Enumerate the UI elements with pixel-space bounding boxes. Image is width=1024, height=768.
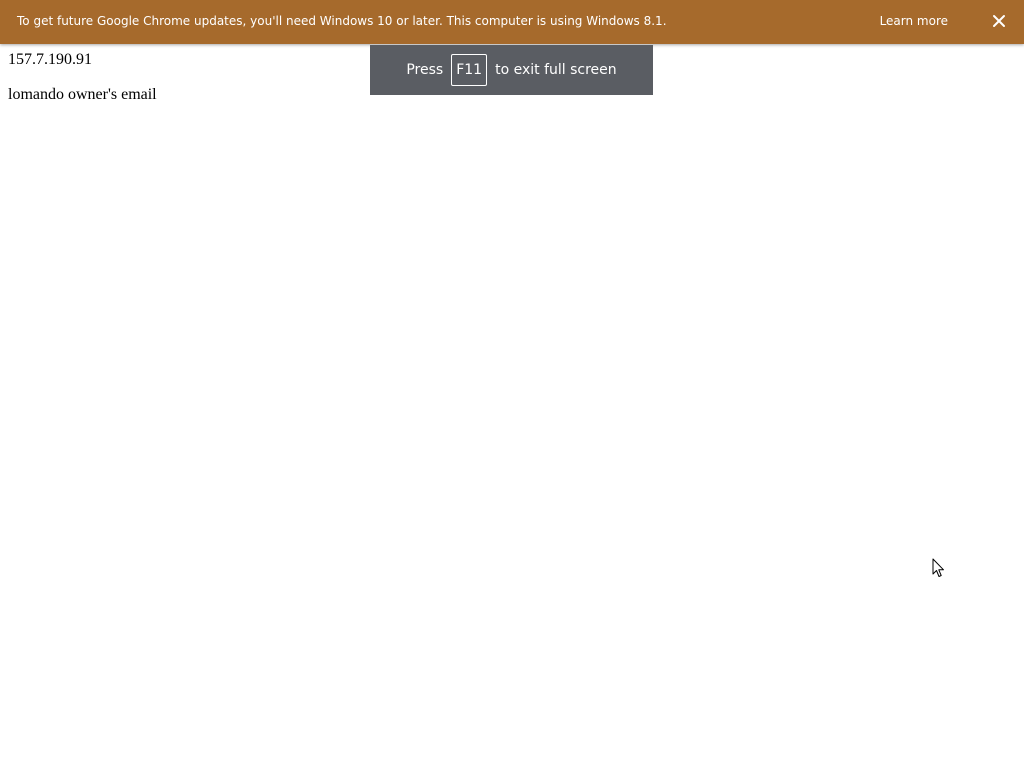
owner-email-text: lomando owner's email [8,86,157,103]
toast-press-text: Press [406,62,444,78]
fullscreen-exit-toast: Press F11 to exit full screen [370,45,653,95]
infobar-message: To get future Google Chrome updates, you… [17,14,667,28]
close-icon[interactable] [991,13,1007,29]
ip-address-text: 157.7.190.91 [8,51,92,68]
f11-key-badge: F11 [451,54,488,86]
update-infobar: To get future Google Chrome updates, you… [0,0,1024,44]
toast-suffix-text: to exit full screen [495,62,617,78]
mouse-pointer-icon [932,558,946,578]
learn-more-link[interactable]: Learn more [880,14,948,28]
